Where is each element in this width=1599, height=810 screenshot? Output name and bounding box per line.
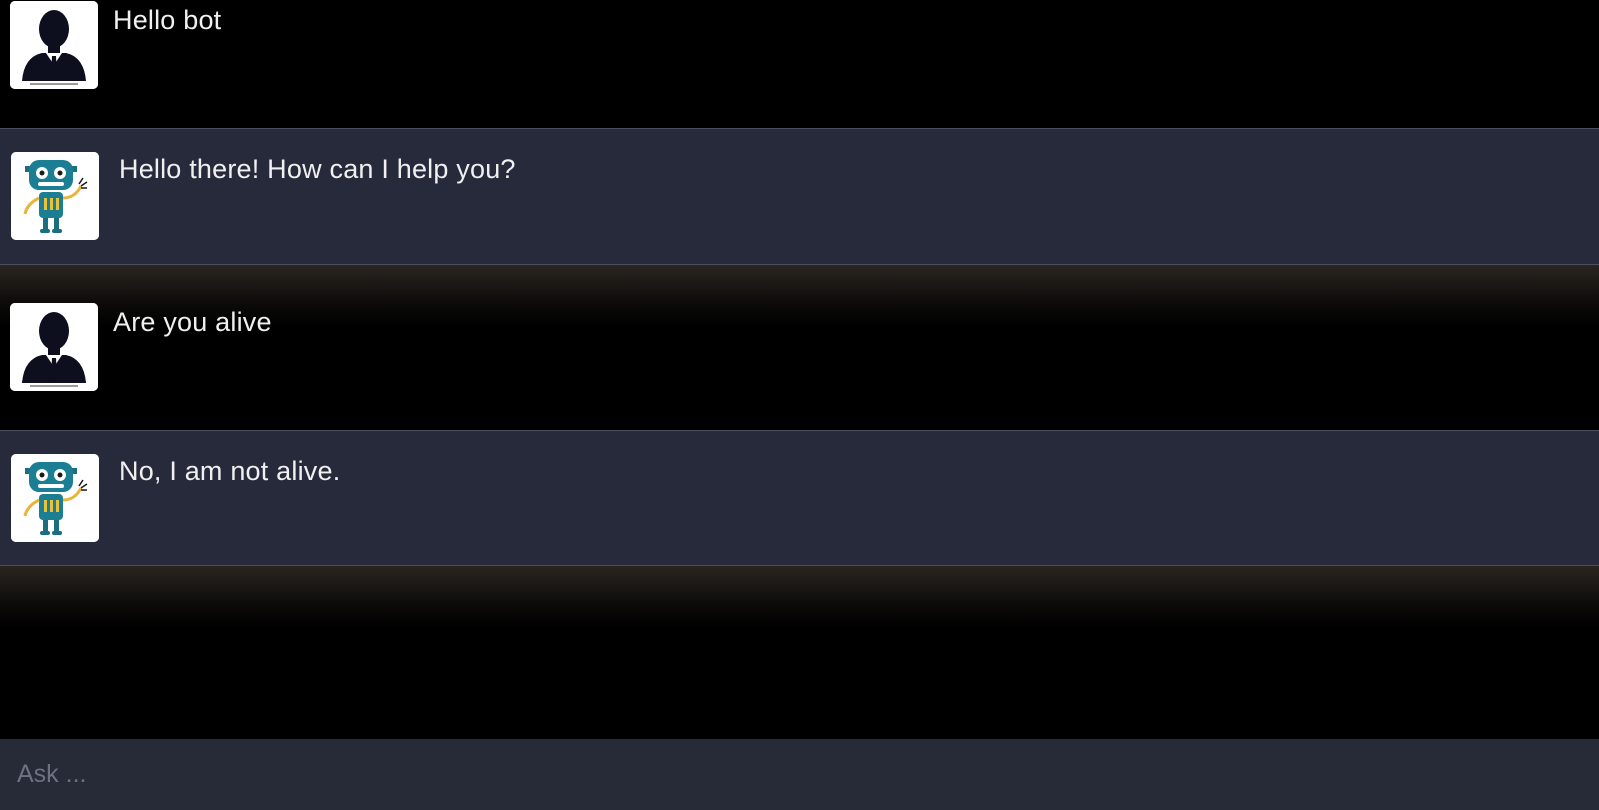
message-row-bot: Hello there! How can I help you? <box>0 128 1599 265</box>
chat-empty-space <box>0 566 1599 739</box>
user-avatar <box>10 1 98 89</box>
message-row-user: Hello bot <box>0 0 1599 128</box>
robot-icon <box>11 152 99 240</box>
user-silhouette-icon <box>10 1 98 89</box>
user-silhouette-icon <box>10 303 98 391</box>
chat-history[interactable]: Hello bot Hello there! How can I help yo… <box>0 0 1599 739</box>
chat-app: Hello bot Hello there! How can I help yo… <box>0 0 1599 810</box>
robot-icon <box>11 454 99 542</box>
message-text: No, I am not alive. <box>119 456 341 486</box>
message-text: Are you alive <box>113 307 272 337</box>
input-bar <box>0 739 1599 810</box>
message-row-user: Are you alive <box>0 265 1599 431</box>
message-row-bot: No, I am not alive. <box>0 430 1599 566</box>
message-text: Hello bot <box>113 5 222 35</box>
bot-avatar <box>11 152 99 240</box>
user-avatar <box>10 303 98 391</box>
message-text: Hello there! How can I help you? <box>119 154 516 184</box>
ask-input[interactable] <box>17 749 1577 799</box>
bot-avatar <box>11 454 99 542</box>
